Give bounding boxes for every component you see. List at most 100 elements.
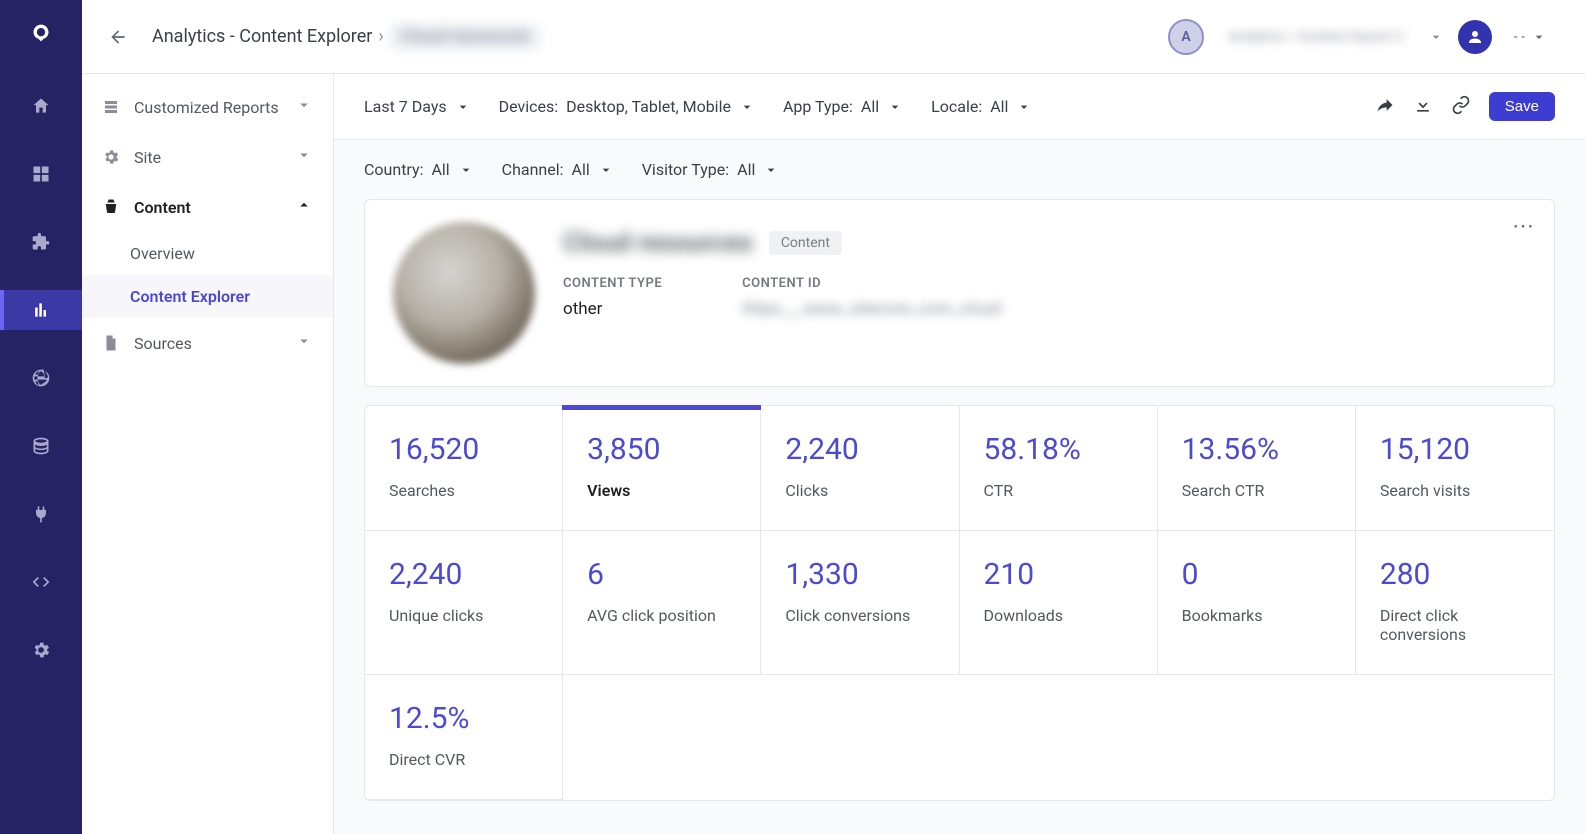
rail-settings[interactable] bbox=[0, 630, 82, 670]
metric-card[interactable]: 16,520 Searches bbox=[365, 406, 563, 531]
chevron-down-icon bbox=[295, 332, 313, 354]
basket-icon bbox=[102, 198, 120, 216]
context-title-blur: Analytics • Content Search 2 bbox=[1218, 29, 1414, 45]
sidebar-subitem-overview[interactable]: Overview bbox=[82, 232, 333, 275]
content-type-label: CONTENT TYPE bbox=[563, 276, 662, 291]
content-header-card: ⋯ Cloud resources Content CONTENT TYPE o… bbox=[364, 199, 1555, 387]
rail-layout[interactable] bbox=[0, 154, 82, 194]
metric-card[interactable]: 6AVG click position bbox=[563, 531, 761, 675]
metric-card[interactable]: 1,330 Click conversions bbox=[761, 531, 959, 675]
metric-card[interactable]: 280Direct click conversions bbox=[1356, 531, 1554, 675]
content-id-field: CONTENT ID https___www_sitecore_com_clou… bbox=[742, 276, 1001, 319]
metric-label: Direct click conversions bbox=[1380, 606, 1530, 644]
metric-label: Unique clicks bbox=[389, 606, 538, 625]
breadcrumb-leaf: Cloud resources bbox=[390, 24, 540, 49]
sidebar-item-customized-reports[interactable]: Customized Reports bbox=[82, 82, 333, 132]
rail-analytics[interactable] bbox=[0, 290, 82, 330]
sidebar-item-label: Content bbox=[134, 198, 191, 217]
metric-value: 15,120 bbox=[1380, 432, 1530, 467]
metric-label: Searches bbox=[389, 481, 538, 500]
save-button[interactable]: Save bbox=[1489, 92, 1555, 121]
topbar: Analytics - Content Explorer › Cloud res… bbox=[82, 0, 1585, 74]
gear-icon bbox=[102, 148, 120, 166]
metric-label: Click conversions bbox=[785, 606, 934, 625]
rail-puzzle[interactable] bbox=[0, 222, 82, 262]
metric-value: 13.56% bbox=[1182, 432, 1331, 467]
reports-icon bbox=[102, 98, 120, 116]
metric-card[interactable]: 13.56% Search CTR bbox=[1158, 406, 1356, 531]
sidebar-item-label: Site bbox=[134, 148, 161, 167]
app-type-dropdown[interactable]: App Type: All bbox=[783, 97, 903, 116]
metric-value: 3,850 bbox=[587, 432, 736, 467]
content-type-field: CONTENT TYPE other bbox=[563, 276, 662, 319]
workspace-avatar[interactable]: A bbox=[1168, 19, 1204, 55]
metric-label: Downloads bbox=[984, 606, 1133, 625]
chevron-down-icon bbox=[295, 96, 313, 118]
metric-label: CTR bbox=[984, 481, 1133, 500]
back-button[interactable] bbox=[98, 17, 138, 57]
sidebar-item-sources[interactable]: Sources bbox=[82, 318, 333, 368]
chevron-down-icon[interactable] bbox=[1428, 29, 1444, 45]
file-icon bbox=[102, 334, 120, 352]
sidebar: Customized Reports Site Content Overview bbox=[82, 74, 334, 834]
metric-label: Search CTR bbox=[1182, 481, 1331, 500]
metric-card[interactable]: 15,120 Search visits bbox=[1356, 406, 1554, 531]
sidebar-subitem-label: Overview bbox=[130, 244, 195, 263]
metric-card[interactable]: 3,850 Views bbox=[563, 406, 761, 531]
breadcrumb-sep: › bbox=[378, 26, 383, 47]
content-title: Cloud resources bbox=[563, 228, 753, 258]
metric-label: Views bbox=[587, 481, 736, 500]
more-menu-button[interactable]: ⋯ bbox=[1512, 214, 1536, 239]
visitor-type-dropdown[interactable]: Visitor Type: All bbox=[642, 160, 780, 179]
download-button[interactable] bbox=[1413, 95, 1433, 119]
metric-value: 0 bbox=[1182, 557, 1331, 592]
metric-label: Bookmarks bbox=[1182, 606, 1331, 625]
sidebar-subitem-content-explorer[interactable]: Content Explorer bbox=[82, 275, 333, 318]
metric-label: Direct CVR bbox=[389, 750, 538, 769]
metric-label: Clicks bbox=[785, 481, 934, 500]
metric-value: 58.18% bbox=[984, 432, 1133, 467]
main-content: Last 7 Days Devices: Desktop, Tablet, Mo… bbox=[334, 74, 1585, 834]
share-button[interactable] bbox=[1375, 95, 1395, 119]
sidebar-item-label: Sources bbox=[134, 334, 192, 353]
country-dropdown[interactable]: Country: All bbox=[364, 160, 474, 179]
metric-value: 12.5% bbox=[389, 701, 538, 736]
rail-code[interactable] bbox=[0, 562, 82, 602]
filter-toolbar: Last 7 Days Devices: Desktop, Tablet, Mo… bbox=[334, 74, 1585, 140]
metric-card[interactable]: 0 Bookmarks bbox=[1158, 531, 1356, 675]
rail-plug[interactable] bbox=[0, 494, 82, 534]
breadcrumb-root[interactable]: Analytics - Content Explorer bbox=[152, 26, 372, 47]
metric-card[interactable]: 2,240 Unique clicks bbox=[365, 531, 563, 675]
sidebar-item-label: Customized Reports bbox=[134, 98, 279, 117]
content-type-value: other bbox=[563, 299, 662, 319]
locale-dropdown[interactable]: Locale: All bbox=[931, 97, 1032, 116]
metric-label: Search visits bbox=[1380, 481, 1530, 500]
metric-card[interactable]: 210Downloads bbox=[960, 531, 1158, 675]
metric-card[interactable]: 58.18% CTR bbox=[960, 406, 1158, 531]
rail-home[interactable] bbox=[0, 86, 82, 126]
top-range-dropdown[interactable]: - - bbox=[1506, 25, 1555, 49]
content-id-value: https___www_sitecore_com_cloud bbox=[742, 299, 1001, 319]
devices-dropdown[interactable]: Devices: Desktop, Tablet, Mobile bbox=[499, 97, 755, 116]
user-avatar[interactable] bbox=[1458, 20, 1492, 54]
metric-card[interactable]: 2,240Clicks bbox=[761, 406, 959, 531]
metric-value: 2,240 bbox=[389, 557, 538, 592]
channel-dropdown[interactable]: Channel: All bbox=[502, 160, 614, 179]
sidebar-subitem-label: Content Explorer bbox=[130, 287, 250, 306]
content-thumbnail bbox=[393, 222, 535, 364]
link-button[interactable] bbox=[1451, 95, 1471, 119]
logo-icon bbox=[24, 16, 58, 50]
chevron-down-icon bbox=[295, 146, 313, 168]
metric-value: 1,330 bbox=[785, 557, 934, 592]
rail-globe[interactable] bbox=[0, 358, 82, 398]
content-id-label: CONTENT ID bbox=[742, 276, 1001, 291]
rail-database[interactable] bbox=[0, 426, 82, 466]
metric-card[interactable]: 12.5% Direct CVR bbox=[365, 675, 563, 800]
metric-value: 16,520 bbox=[389, 432, 538, 467]
metric-label: AVG click position bbox=[587, 606, 736, 625]
sidebar-item-site[interactable]: Site bbox=[82, 132, 333, 182]
time-range-dropdown[interactable]: Last 7 Days bbox=[364, 97, 471, 116]
secondary-filter-toolbar: Country: All Channel: All Visitor Type: … bbox=[334, 140, 1585, 199]
sidebar-item-content[interactable]: Content bbox=[82, 182, 333, 232]
breadcrumb: Analytics - Content Explorer › Cloud res… bbox=[152, 24, 540, 49]
